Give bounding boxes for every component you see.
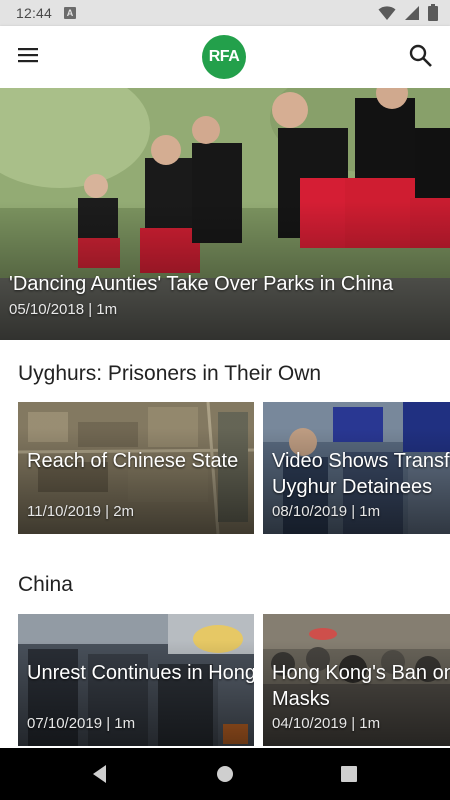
system-nav-bar — [0, 748, 450, 800]
logo-text: RFA — [208, 48, 240, 65]
article-card[interactable]: Unrest Continues in Hong Kong 07/10/2019… — [18, 614, 254, 746]
menu-icon — [18, 48, 38, 63]
hero-article[interactable]: 'Dancing Aunties' Take Over Parks in Chi… — [0, 88, 450, 340]
card-title: Unrest Continues in Hong Kong — [27, 662, 254, 684]
status-bar: 12:44 A — [0, 0, 450, 26]
recents-button[interactable] — [337, 762, 361, 786]
back-icon — [93, 765, 106, 783]
content-feed[interactable]: 'Dancing Aunties' Take Over Parks in Chi… — [0, 88, 450, 748]
article-card[interactable]: Video Shows Transfer of Uyghur Detainees… — [263, 402, 450, 534]
cell-signal-icon — [405, 5, 419, 20]
notification-badge-icon: A — [64, 7, 77, 19]
article-card[interactable]: Hong Kong's Ban on Masks 04/10/2019 | 1m — [263, 614, 450, 746]
back-button[interactable] — [88, 762, 112, 786]
hero-meta: 05/10/2018 | 1m — [9, 301, 118, 318]
card-title: Reach of Chinese State — [27, 450, 239, 472]
battery-icon — [428, 4, 438, 21]
recents-icon — [341, 766, 357, 782]
app-bar: RFA — [0, 26, 450, 88]
card-title: Hong Kong's Ban on Masks — [272, 662, 450, 710]
card-meta: 04/10/2019 | 1m — [272, 715, 381, 732]
card-meta: 08/10/2019 | 1m — [272, 503, 381, 520]
menu-button[interactable] — [16, 45, 44, 69]
section-title-uyghurs[interactable]: Uyghurs: Prisoners in Their Own — [18, 362, 321, 386]
status-time: 12:44 — [16, 5, 53, 21]
card-meta: 07/10/2019 | 1m — [27, 715, 136, 732]
hero-title: 'Dancing Aunties' Take Over Parks in Chi… — [9, 273, 394, 295]
home-button[interactable] — [213, 762, 237, 786]
wifi-icon — [378, 5, 396, 20]
home-icon — [217, 766, 233, 782]
card-meta: 11/10/2019 | 2m — [27, 503, 135, 520]
card-title: Video Shows Transfer of Uyghur Detainees — [272, 450, 450, 498]
section-title-china[interactable]: China — [18, 573, 73, 597]
article-card[interactable]: Reach of Chinese State 11/10/2019 | 2m — [18, 402, 254, 534]
search-icon — [409, 44, 432, 67]
search-button[interactable] — [408, 43, 436, 71]
rfa-logo[interactable]: RFA — [202, 35, 246, 79]
